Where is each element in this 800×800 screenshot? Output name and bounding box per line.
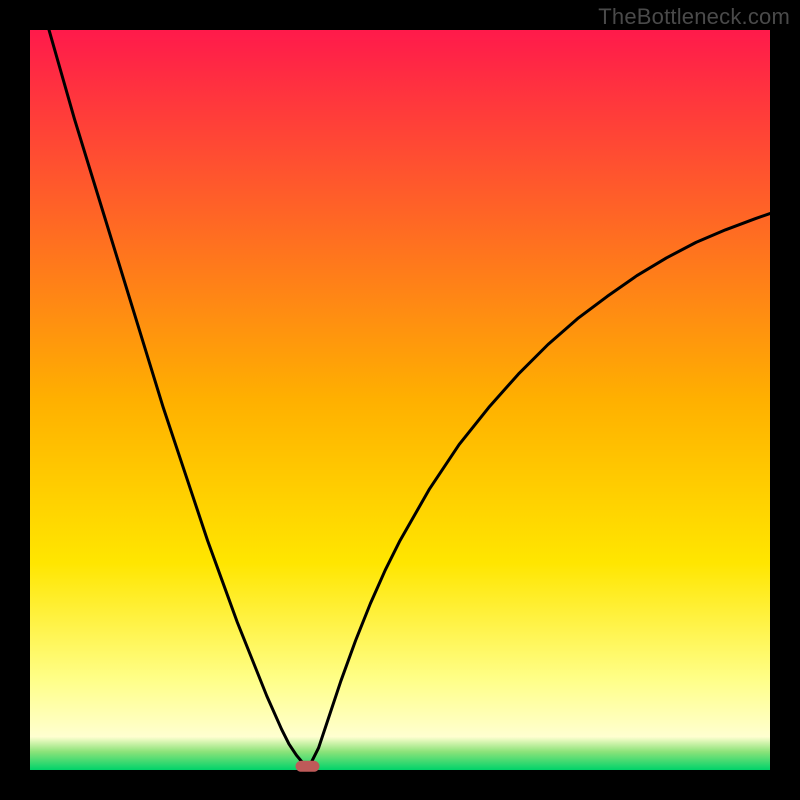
chart-stage: TheBottleneck.com <box>0 0 800 800</box>
plot-background <box>30 30 770 770</box>
optimum-marker <box>296 761 320 772</box>
watermark-text: TheBottleneck.com <box>598 4 790 30</box>
bottleneck-chart <box>0 0 800 800</box>
